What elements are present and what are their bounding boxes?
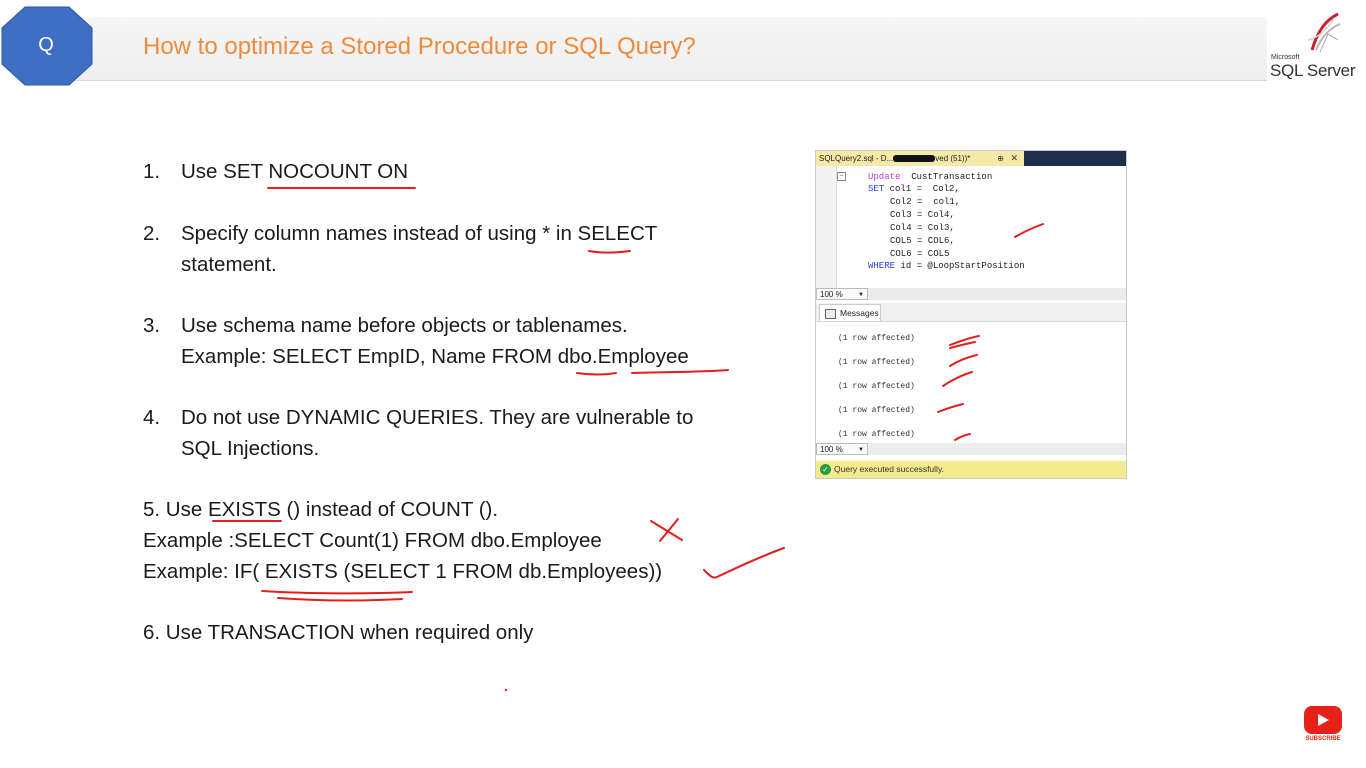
results-horizontal-scrollbar[interactable]	[868, 443, 1126, 455]
page-title: How to optimize a Stored Procedure or SQ…	[143, 33, 696, 60]
message-row: (1 row affected)	[838, 334, 915, 343]
code-line-4: Col3 = Col4,	[890, 210, 955, 220]
sql-server-logo-icon	[1307, 12, 1341, 53]
tip-5-line1: 5. Use EXISTS () instead of COUNT ().	[143, 498, 499, 521]
zoom-select-editor[interactable]: 100 % ▼	[816, 288, 868, 300]
close-icon[interactable]: ✕	[1010, 151, 1018, 166]
subscribe-label: SUBSCRIBE	[1305, 736, 1341, 742]
pin-icon[interactable]: ⊕	[997, 151, 1004, 166]
ssms-query-tab[interactable]: SQLQuery2.sql - D... ved (51))* ⊕ ✕	[816, 151, 1024, 166]
message-row: (1 row affected)	[838, 358, 915, 367]
pen-annotations	[212, 187, 1044, 692]
underline-dbo	[576, 372, 617, 376]
tip-number: 3.	[143, 314, 161, 337]
code-line-7: COL6 = COL5	[890, 249, 950, 259]
results-tab-row: Messages	[816, 303, 1126, 322]
logo-product-name: SQL Server	[1270, 61, 1356, 80]
ssms-screenshot: SQLQuery2.sql - D... ved (51))* ⊕ ✕ − Upd…	[815, 150, 1127, 479]
tab-messages[interactable]: Messages	[819, 304, 881, 321]
editor-horizontal-scrollbar[interactable]	[868, 288, 1126, 300]
collapse-icon[interactable]: −	[837, 172, 846, 181]
youtube-subscribe-button[interactable]: SUBSCRIBE	[1303, 706, 1343, 746]
tip-number: 2.	[143, 222, 161, 245]
tip-text: Specify column names instead of using * …	[181, 222, 658, 245]
tip-text-line2: statement.	[181, 253, 277, 276]
tip-text: Use SET NOCOUNT ON	[181, 160, 409, 183]
success-check-icon: ✓	[820, 464, 831, 475]
tip-5-line3: Example: IF( EXISTS (SELECT 1 FROM db.Em…	[143, 560, 663, 583]
zoom-select-results[interactable]: 100 % ▼	[816, 443, 868, 455]
stray-dot	[504, 688, 508, 692]
messages-icon	[825, 309, 836, 319]
badge-letter: Q	[38, 34, 54, 56]
youtube-play-icon	[1304, 706, 1342, 734]
underline-if-exists-2	[277, 597, 403, 602]
editor-gutter	[816, 166, 837, 288]
redaction-mark	[893, 155, 936, 163]
tip-text-line2: SQL Injections.	[181, 437, 320, 460]
message-row: (1 row affected)	[838, 382, 915, 391]
dropdown-arrow-icon: ▼	[858, 447, 864, 453]
status-bar: ✓ Query executed successfully.	[816, 461, 1126, 478]
sql-server-logo: Microsoft SQL Server	[1268, 8, 1364, 80]
code-line-3: Col2 = col1,	[890, 197, 961, 207]
code-line-6: COL5 = COL6,	[890, 236, 955, 246]
message-row: (1 row affected)	[838, 430, 915, 439]
code-line-8: WHERE id = @LoopStartPosition	[868, 261, 1025, 271]
tip-5-line2: Example :SELECT Count(1) FROM dbo.Employ…	[143, 529, 602, 552]
dropdown-arrow-icon: ▼	[858, 292, 864, 298]
tip-6: 6. Use TRANSACTION when required only	[143, 621, 534, 644]
tip-text: Use schema name before objects or tablen…	[181, 314, 628, 337]
underline-star-in	[588, 250, 631, 254]
tip-number: 4.	[143, 406, 161, 429]
check-mark-icon	[703, 547, 785, 579]
status-text: Query executed successfully.	[834, 464, 944, 474]
tip-number: 1.	[143, 160, 161, 183]
cross-mark-icon	[650, 518, 683, 542]
tab-title-end: ved (51))*	[935, 154, 971, 163]
messages-tab-label: Messages	[840, 308, 879, 318]
tip-text-line2: Example: SELECT EmpID, Name FROM dbo.Emp…	[181, 345, 689, 368]
code-line-2: SET col1 = Col2,	[868, 184, 960, 194]
tab-title-start: SQLQuery2.sql - D...	[819, 154, 894, 163]
message-row: (1 row affected)	[838, 406, 915, 415]
question-badge: Q	[1, 6, 93, 86]
code-line-1: Update CustTransaction	[868, 172, 993, 182]
tip-text: Do not use DYNAMIC QUERIES. They are vul…	[181, 406, 694, 429]
ssms-tab-bar: SQLQuery2.sql - D... ved (51))* ⊕ ✕	[816, 151, 1126, 166]
underline-if-exists	[261, 590, 413, 595]
logo-microsoft-label: Microsoft	[1271, 54, 1300, 61]
code-line-5: Col4 = Col3,	[890, 223, 955, 233]
